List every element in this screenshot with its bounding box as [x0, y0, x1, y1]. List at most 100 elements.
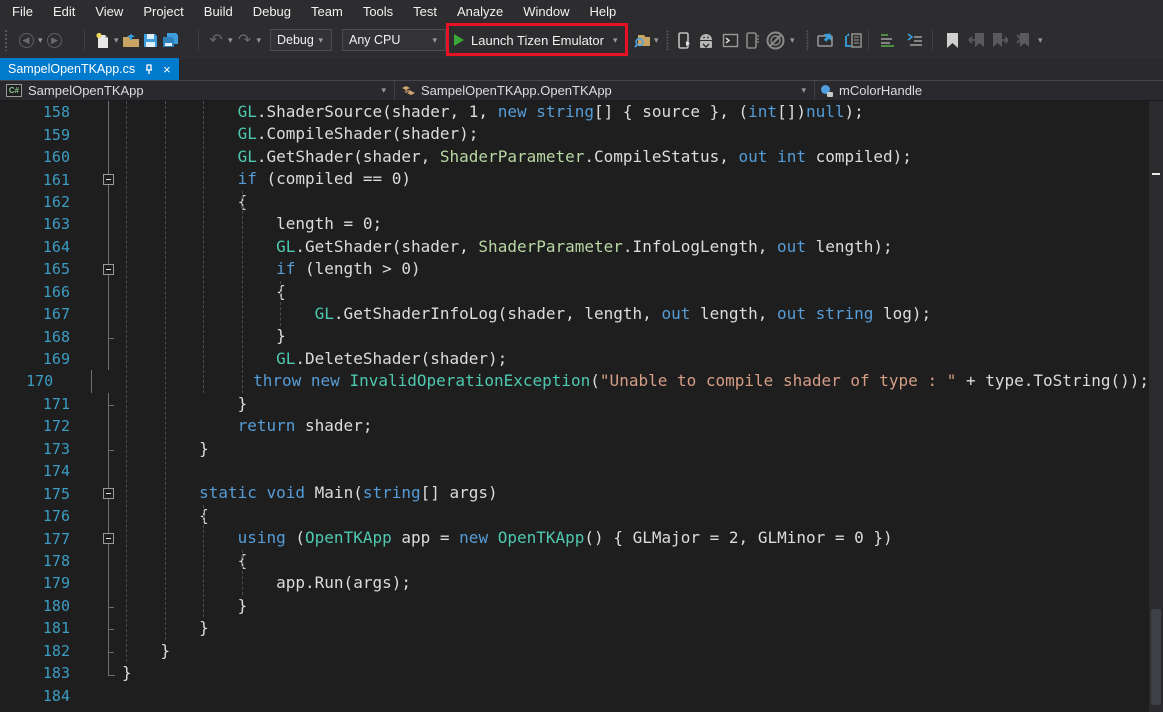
member-dropdown[interactable]: mColorHandle	[815, 81, 1163, 100]
attach-to-process-icon[interactable]	[632, 28, 652, 52]
code-text[interactable]: GL.CompileShader(shader);	[122, 123, 478, 145]
code-text[interactable]: return shader;	[122, 415, 372, 437]
menu-item-analyze[interactable]: Analyze	[447, 2, 513, 21]
scrollbar-thumb[interactable]	[1151, 609, 1161, 705]
menu-item-help[interactable]: Help	[580, 2, 627, 21]
next-bookmark-icon[interactable]	[988, 28, 1012, 52]
console-icon[interactable]	[718, 28, 742, 52]
code-line[interactable]: 180 }	[0, 595, 1149, 617]
redo-dropdown-icon[interactable]: ▾	[255, 35, 264, 46]
line-number[interactable]: 168	[0, 328, 96, 346]
code-line[interactable]: 177 using (OpenTKApp app = new OpenTKApp…	[0, 527, 1149, 549]
outlining-margin[interactable]	[96, 168, 122, 190]
code-line[interactable]: 159 GL.CompileShader(shader);	[0, 123, 1149, 145]
clear-bookmarks-icon[interactable]	[1012, 28, 1036, 52]
code-line[interactable]: 176 {	[0, 505, 1149, 527]
code-text[interactable]: if (length > 0)	[122, 258, 421, 280]
platform-dropdown[interactable]: Any CPU ▾	[342, 29, 446, 51]
close-icon[interactable]: ×	[163, 63, 171, 76]
nav-back-icon[interactable]: ◀	[16, 28, 36, 52]
pin-icon[interactable]	[144, 64, 154, 75]
code-editor[interactable]: 158 GL.ShaderSource(shader, 1, new strin…	[0, 101, 1163, 712]
type-dropdown[interactable]: SampelOpenTKApp.OpenTKApp ▾	[395, 81, 815, 100]
code-line[interactable]: 182 }	[0, 640, 1149, 662]
project-dropdown[interactable]: C# SampelOpenTKApp ▾	[0, 81, 395, 100]
line-number[interactable]: 173	[0, 440, 96, 458]
code-text[interactable]: GL.DeleteShader(shader);	[122, 348, 507, 370]
menu-item-team[interactable]: Team	[301, 2, 353, 21]
navigate-icon[interactable]	[840, 28, 866, 52]
line-number[interactable]: 179	[0, 574, 96, 592]
undo-dropdown-icon[interactable]: ▾	[226, 35, 235, 46]
menu-item-view[interactable]: View	[85, 2, 133, 21]
code-line[interactable]: 168 }	[0, 325, 1149, 347]
code-line[interactable]: 178 {	[0, 550, 1149, 572]
code-text[interactable]: static void Main(string[] args)	[122, 482, 498, 504]
uncomment-lines-icon[interactable]	[902, 28, 928, 52]
line-number[interactable]: 172	[0, 417, 96, 435]
collapse-region-icon[interactable]	[103, 533, 114, 544]
line-number[interactable]: 158	[0, 103, 96, 121]
nav-forward-icon[interactable]: ▶	[45, 28, 65, 52]
line-number[interactable]: 181	[0, 619, 96, 637]
toolbar-overflow-icon[interactable]: ▾	[788, 35, 797, 46]
code-text[interactable]: }	[122, 595, 247, 617]
device-icon[interactable]	[674, 28, 694, 52]
line-number[interactable]: 159	[0, 126, 96, 144]
bookmark-icon[interactable]	[940, 28, 964, 52]
line-number[interactable]: 184	[0, 687, 96, 705]
line-number[interactable]: 167	[0, 305, 96, 323]
device-log-icon[interactable]	[742, 28, 762, 52]
menu-item-tools[interactable]: Tools	[353, 2, 403, 21]
code-text[interactable]: GL.GetShader(shader, ShaderParameter.Com…	[122, 146, 912, 168]
previous-bookmark-icon[interactable]	[964, 28, 988, 52]
open-folder-icon[interactable]	[121, 28, 141, 52]
outlining-margin[interactable]	[96, 482, 122, 504]
code-line[interactable]: 173 }	[0, 438, 1149, 460]
menu-item-project[interactable]: Project	[133, 2, 193, 21]
code-text[interactable]: GL.GetShaderInfoLog(shader, length, out …	[122, 303, 931, 325]
code-line[interactable]: 164 GL.GetShader(shader, ShaderParameter…	[0, 236, 1149, 258]
line-number[interactable]: 177	[0, 530, 96, 548]
line-number[interactable]: 162	[0, 193, 96, 211]
menu-item-file[interactable]: File	[2, 2, 43, 21]
code-text[interactable]: {	[122, 191, 247, 213]
outlining-margin[interactable]	[96, 258, 122, 280]
line-number[interactable]: 163	[0, 215, 96, 233]
nav-back-dropdown-icon[interactable]: ▾	[36, 35, 45, 46]
new-file-dropdown-icon[interactable]: ▾	[112, 35, 121, 46]
line-number[interactable]: 161	[0, 171, 96, 189]
line-number[interactable]: 174	[0, 462, 96, 480]
code-text[interactable]: length = 0;	[122, 213, 382, 235]
code-line[interactable]: 166 {	[0, 281, 1149, 303]
toolbar-overflow-icon[interactable]: ▾	[1036, 35, 1045, 46]
line-number[interactable]: 171	[0, 395, 96, 413]
code-line[interactable]: 175 static void Main(string[] args)	[0, 482, 1149, 504]
collapse-region-icon[interactable]	[103, 174, 114, 185]
code-line[interactable]: 160 GL.GetShader(shader, ShaderParameter…	[0, 146, 1149, 168]
menu-item-test[interactable]: Test	[403, 2, 447, 21]
disabled-circle-icon[interactable]	[762, 28, 788, 52]
line-number[interactable]: 176	[0, 507, 96, 525]
goto-definition-icon[interactable]	[814, 28, 840, 52]
line-number[interactable]: 164	[0, 238, 96, 256]
code-area[interactable]: 158 GL.ShaderSource(shader, 1, new strin…	[0, 101, 1149, 712]
code-line[interactable]: 165 if (length > 0)	[0, 258, 1149, 280]
vertical-scrollbar[interactable]	[1149, 101, 1163, 712]
redo-icon[interactable]: ↷	[235, 28, 255, 52]
line-number[interactable]: 160	[0, 148, 96, 166]
code-line[interactable]: 169 GL.DeleteShader(shader);	[0, 348, 1149, 370]
outlining-margin[interactable]	[96, 527, 122, 549]
code-text[interactable]: using (OpenTKApp app = new OpenTKApp() {…	[122, 527, 893, 549]
save-all-icon[interactable]	[161, 28, 181, 52]
line-number[interactable]: 169	[0, 350, 96, 368]
code-line[interactable]: 167 GL.GetShaderInfoLog(shader, length, …	[0, 303, 1149, 325]
code-line[interactable]: 158 GL.ShaderSource(shader, 1, new strin…	[0, 101, 1149, 123]
collapse-region-icon[interactable]	[103, 264, 114, 275]
line-number[interactable]: 183	[0, 664, 96, 682]
line-number[interactable]: 182	[0, 642, 96, 660]
code-line[interactable]: 162 {	[0, 191, 1149, 213]
new-file-icon[interactable]	[92, 28, 112, 52]
menu-item-window[interactable]: Window	[513, 2, 579, 21]
code-text[interactable]: }	[122, 393, 247, 415]
